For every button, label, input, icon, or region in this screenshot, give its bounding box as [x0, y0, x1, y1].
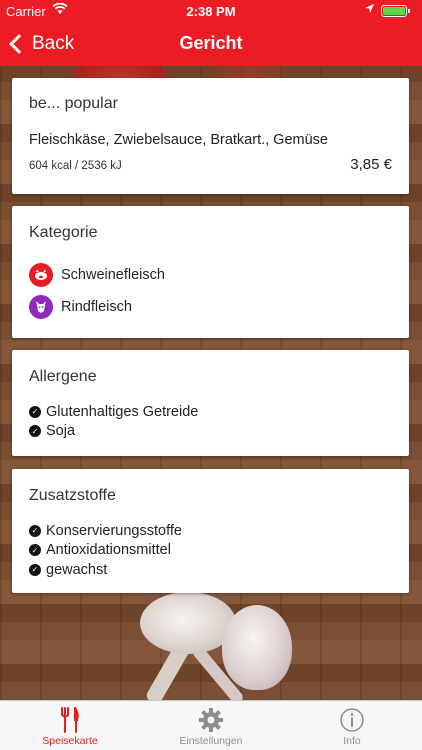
- category-heading: Kategorie: [29, 224, 98, 241]
- cow-icon: [29, 295, 53, 319]
- dish-energy: 604 kcal / 2536 kJ: [29, 160, 122, 172]
- category-card: Kategorie Schweinefleisch Rindfleisch: [12, 206, 409, 338]
- dish-price: 3,85 €: [350, 156, 392, 173]
- battery-icon: [381, 5, 410, 17]
- allergens-list: ✓ Glutenhaltiges Getreide ✓ Soja: [29, 402, 198, 441]
- dish-description: Fleischkäse, Zwiebelsauce, Bratkart., Ge…: [29, 132, 328, 148]
- additive-label: gewachst: [46, 561, 108, 578]
- tab-einstellungen[interactable]: Einstellungen: [151, 705, 271, 747]
- list-item: ✓ Glutenhaltiges Getreide: [29, 402, 198, 422]
- garlic-bulb: [222, 605, 292, 690]
- category-label: Rindfleisch: [61, 299, 132, 315]
- checkmark-icon: ✓: [29, 563, 41, 576]
- page-title: Gericht: [179, 33, 243, 53]
- tab-label: Info: [343, 735, 361, 747]
- allergen-label: Soja: [46, 423, 76, 440]
- clock: 2:38 PM: [186, 4, 236, 19]
- list-item: ✓ gewachst: [29, 560, 182, 580]
- status-bar: Carrier 2:38 PM: [0, 0, 422, 22]
- tab-info[interactable]: Info: [292, 705, 412, 747]
- tab-speisekarte[interactable]: Speisekarte: [10, 705, 130, 747]
- category-item-pork: Schweinefleisch: [29, 262, 165, 288]
- tab-label: Einstellungen: [179, 735, 243, 747]
- location-icon: [364, 3, 375, 17]
- list-item: ✓ Soja: [29, 422, 198, 442]
- additives-card: Zusatzstoffe ✓ Konservierungsstoffe ✓ An…: [12, 469, 409, 593]
- dish-card: be... popular Fleischkäse, Zwiebelsauce,…: [12, 78, 409, 194]
- checkmark-icon: ✓: [29, 544, 41, 557]
- additive-label: Konservierungsstoffe: [46, 522, 182, 539]
- checkmark-icon: ✓: [29, 524, 41, 537]
- allergen-label: Glutenhaltiges Getreide: [46, 403, 199, 420]
- checkmark-icon: ✓: [29, 405, 41, 418]
- info-icon: [292, 705, 412, 735]
- allergens-heading: Allergene: [29, 368, 97, 385]
- gear-icon: [151, 705, 271, 735]
- pig-icon: [29, 263, 53, 287]
- list-item: ✓ Antioxidationsmittel: [29, 541, 182, 561]
- list-item: ✓ Konservierungsstoffe: [29, 521, 182, 541]
- category-label: Schweinefleisch: [61, 267, 165, 283]
- additive-label: Antioxidationsmittel: [46, 542, 171, 559]
- additives-heading: Zusatzstoffe: [29, 487, 116, 504]
- additives-list: ✓ Konservierungsstoffe ✓ Antioxidationsm…: [29, 521, 182, 580]
- tab-bar: Speisekarte Einstellungen Info: [0, 700, 422, 750]
- navigation-bar: Back Gericht: [0, 22, 422, 66]
- dish-name: be... popular: [29, 95, 118, 112]
- category-item-beef: Rindfleisch: [29, 294, 132, 320]
- top-bar: Carrier 2:38 PM Back Gericht: [0, 0, 422, 66]
- allergens-card: Allergene ✓ Glutenhaltiges Getreide ✓ So…: [12, 350, 409, 456]
- tab-label: Speisekarte: [42, 735, 98, 747]
- battery-level: [383, 7, 405, 15]
- checkmark-icon: ✓: [29, 425, 41, 438]
- fork-knife-icon: [10, 705, 130, 735]
